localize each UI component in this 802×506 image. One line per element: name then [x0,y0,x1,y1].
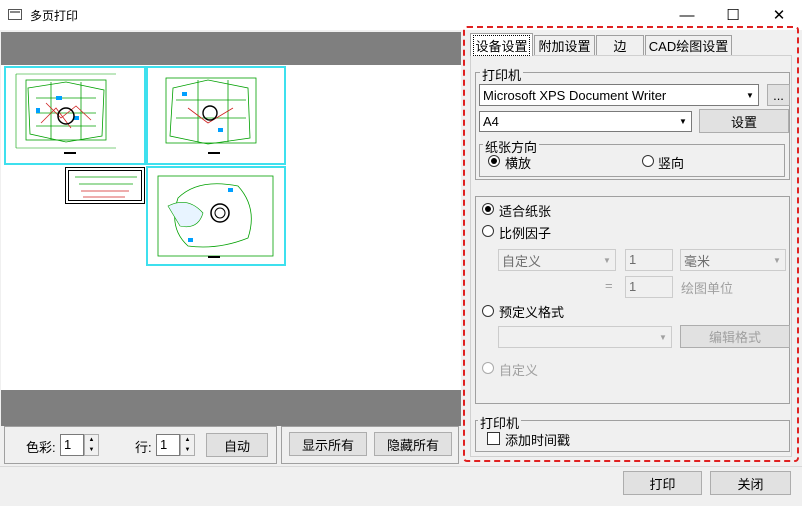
add-timestamp-label: 添加时间戳 [505,433,571,448]
equals-label: = [605,278,613,293]
chevron-down-icon: ▼ [773,255,781,265]
printer-setup-button[interactable]: 设置 [699,109,789,133]
custom-radio[interactable] [482,362,494,374]
chevron-down-icon: ▼ [659,332,667,342]
add-timestamp-checkbox[interactable] [487,432,500,445]
app-icon [8,9,22,20]
row-spinner[interactable]: ▲ ▼ [180,434,195,456]
custom-label: 自定义 [499,363,539,378]
floor-plan-1-drawing [15,73,116,154]
chevron-down-icon: ▼ [746,90,754,100]
scale-factor-input[interactable]: 1 [625,249,673,271]
row-label: 行: [135,440,152,455]
window-title: 多页打印 [30,9,79,23]
chevron-down-icon: ▼ [679,117,687,126]
tab-cad-settings[interactable]: CAD绘图设置 [645,35,732,55]
color-label: 色彩: [26,440,56,455]
portrait-label: 竖向 [658,156,685,171]
color-spinner[interactable]: ▲ ▼ [84,434,99,456]
preview-sheet-2[interactable] [146,66,286,165]
print-button[interactable]: 打印 [623,471,702,495]
footer-divider [0,466,802,467]
close-button[interactable]: 关闭 [710,471,791,495]
predefined-format-radio[interactable] [482,305,494,317]
scale-factor-label: 比例因子 [499,226,552,241]
row-input[interactable]: 1 [156,434,180,456]
spin-up-icon[interactable]: ▲ [85,435,98,445]
landscape-label: 横放 [505,156,532,171]
scale-preset-select[interactable]: 自定义 ▼ [498,249,616,271]
unit-select-value: 毫米 [684,253,711,269]
unit-select[interactable]: 毫米 ▼ [680,249,786,271]
landscape-radio[interactable] [488,155,500,167]
fit-paper-label: 适合纸张 [499,204,552,219]
preview-sheet-3[interactable] [146,166,286,266]
paper-select-value: A4 [483,114,499,129]
fit-paper-radio[interactable] [482,203,494,215]
floor-plan-3-drawing [157,175,274,258]
spin-up-icon[interactable]: ▲ [181,435,194,445]
drawing-units-input[interactable]: 1 [625,276,673,298]
show-all-button[interactable]: 显示所有 [289,432,367,456]
tab-margins[interactable]: 边 [596,35,644,55]
auto-button[interactable]: 自动 [206,433,268,457]
preview-sheet-1[interactable] [4,66,146,165]
legend-drawing [75,176,137,198]
spin-down-icon[interactable]: ▼ [85,445,98,455]
edit-format-button[interactable]: 编辑格式 [680,325,790,348]
printer-select[interactable]: Microsoft XPS Document Writer ▼ [479,84,759,106]
tab-label: 设备设置 [473,34,530,56]
scale-factor-radio[interactable] [482,225,494,237]
preview-legend-box [65,167,145,204]
floor-plan-2-drawing [165,77,257,154]
printer-group-legend: 打印机 [480,65,524,84]
paper-select[interactable]: A4 ▼ [479,111,692,132]
tab-device-settings[interactable]: 设备设置 [470,33,533,56]
printer-browse-button[interactable]: ... [767,84,790,106]
predefined-format-select[interactable]: ▼ [498,326,672,348]
tab-additional-settings[interactable]: 附加设置 [534,35,595,55]
predefined-format-label: 预定义格式 [499,305,565,320]
portrait-radio[interactable] [642,155,654,167]
spin-down-icon[interactable]: ▼ [181,445,194,455]
printer-select-value: Microsoft XPS Document Writer [483,87,667,103]
drawing-unit-label: 绘图单位 [681,281,734,296]
scale-preset-value: 自定义 [502,253,542,269]
color-input[interactable]: 1 [60,434,84,456]
chevron-down-icon: ▼ [603,255,611,265]
hide-all-button[interactable]: 隐藏所有 [374,432,452,456]
